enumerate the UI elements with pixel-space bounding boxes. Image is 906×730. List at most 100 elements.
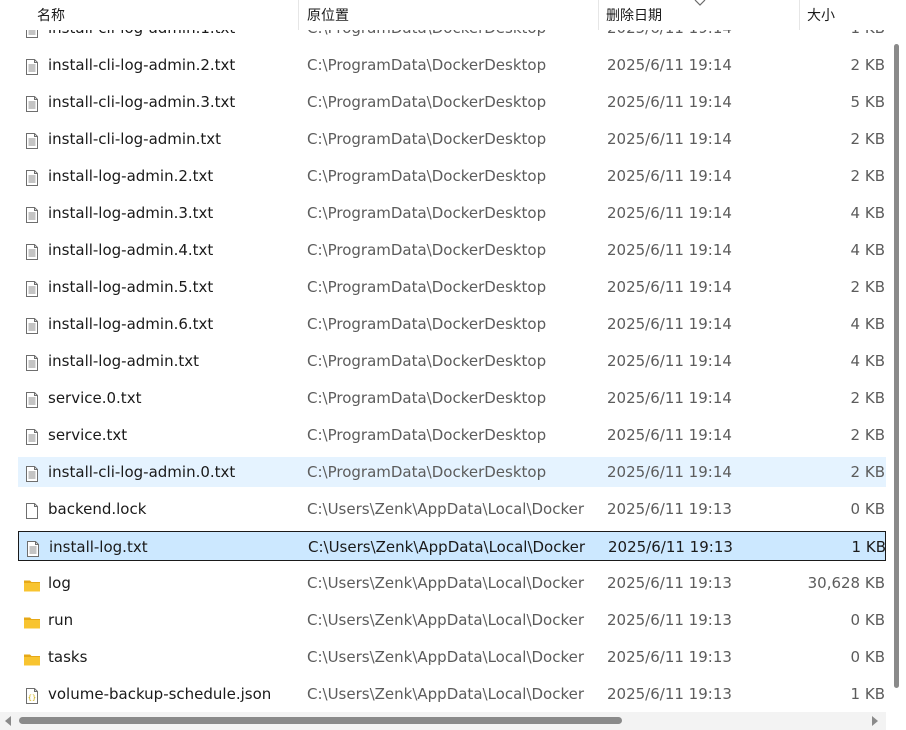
text-file-icon [23,426,41,445]
text-file-icon [23,93,41,112]
file-name: install-cli-log-admin.0.txt [48,463,236,481]
date-deleted: 2025/6/11 19:13 [607,648,732,666]
file-size-text: 2 KB [850,463,885,481]
file-row[interactable]: install-log-admin.2.txt C:\ProgramData\Do… [18,161,886,191]
file-size-text: 2 KB [850,56,885,74]
file-row[interactable]: tasks C:\Users\Zenk\AppData\Local\Docker 2… [18,642,886,672]
file-row[interactable]: backend.lock C:\Users\Zenk\AppData\Local\… [18,494,886,524]
file-row[interactable]: install-log-admin.5.txt C:\ProgramData\Do… [18,272,886,302]
original-location: C:\Users\Zenk\AppData\Local\Docker [307,648,585,666]
column-header-location[interactable]: 原位置 [307,0,597,30]
file-size: 1 KB [808,679,885,709]
file-row[interactable]: install-log-admin.6.txt C:\ProgramData\Do… [18,309,886,339]
original-location: C:\ProgramData\DockerDesktop [307,315,547,333]
text-file-icon [23,204,41,223]
file-size-text: 4 KB [850,241,885,259]
json-file-icon: {} [23,685,41,704]
file-size: 2 KB [808,383,885,413]
file-size: 4 KB [808,198,885,228]
text-file-icon [23,167,41,186]
file-size: 2 KB [808,50,885,80]
svg-text:{}: {} [28,694,36,702]
vertical-scrollbar-thumb[interactable] [894,44,899,688]
date-deleted: 2025/6/11 19:14 [607,278,732,296]
file-row[interactable]: install-cli-log-admin.3.txt C:\ProgramDat… [18,87,886,117]
column-divider[interactable] [298,0,299,30]
file-name: volume-backup-schedule.json [48,685,272,703]
text-file-icon [23,56,41,75]
text-file-icon [23,315,41,334]
original-location: C:\ProgramData\DockerDesktop [307,204,547,222]
original-location: C:\ProgramData\DockerDesktop [307,389,547,407]
file-size-text: 1 KB [851,538,886,556]
column-divider[interactable] [799,0,800,30]
file-size-text: 0 KB [850,648,885,666]
file-row[interactable]: service.0.txt C:\ProgramData\DockerDeskto… [18,383,886,413]
horizontal-scrollbar[interactable] [0,712,886,730]
file-name: service.0.txt [48,389,142,407]
original-location: C:\ProgramData\DockerDesktop [307,352,547,370]
file-row[interactable]: install-cli-log-admin.2.txt C:\ProgramDat… [18,50,886,80]
file-size: 2 KB [808,420,885,450]
file-name: backend.lock [48,500,147,518]
horizontal-scrollbar-thumb[interactable] [19,717,622,724]
file-size: 4 KB [808,309,885,339]
column-divider[interactable] [598,0,599,30]
file-size-text: 2 KB [850,130,885,148]
file-name: install-log-admin.txt [48,352,199,370]
file-size-text: 2 KB [850,389,885,407]
file-row[interactable]: install-log.txt C:\Users\Zenk\AppData\Loc… [18,531,886,561]
date-deleted: 2025/6/11 19:14 [607,130,732,148]
file-row[interactable]: {} volume-backup-schedule.json C:\Users\Ze… [18,679,886,709]
file-row[interactable]: log C:\Users\Zenk\AppData\Local\Docker 202… [18,568,886,598]
file-size-text: 1 KB [850,685,885,703]
date-deleted: 2025/6/11 19:14 [607,352,732,370]
date-deleted: 2025/6/11 19:14 [607,389,732,407]
column-header-size[interactable]: 大小 [807,0,886,30]
file-name: tasks [48,648,88,666]
file-size-text: 0 KB [850,500,885,518]
date-deleted: 2025/6/11 19:14 [607,241,732,259]
date-deleted: 2025/6/11 19:13 [607,500,732,518]
file-size: 30,628 KB [808,568,885,598]
original-location: C:\ProgramData\DockerDesktop [307,426,547,444]
file-size: 0 KB [808,642,885,672]
file-size: 4 KB [808,346,885,376]
file-name: install-cli-log-admin.3.txt [48,93,236,111]
file-row[interactable]: run C:\Users\Zenk\AppData\Local\Docker 202… [18,605,886,635]
original-location: C:\Users\Zenk\AppData\Local\Docker [307,685,585,703]
file-size: 0 KB [808,605,885,635]
blank-file-icon [23,500,41,519]
file-size-text: 4 KB [850,352,885,370]
scroll-right-arrow-icon[interactable] [872,716,878,726]
date-deleted: 2025/6/11 19:13 [608,538,733,556]
text-file-icon [23,278,41,297]
folder-icon [23,648,41,666]
file-row[interactable]: service.txt C:\ProgramData\DockerDesktop 2… [18,420,886,450]
file-row[interactable]: install-log-admin.3.txt C:\ProgramData\Do… [18,198,886,228]
file-size: 2 KB [808,161,885,191]
file-row[interactable]: install-log-admin.4.txt C:\ProgramData\Do… [18,235,886,265]
file-row[interactable]: install-cli-log-admin.txt C:\ProgramData\… [18,124,886,154]
file-row[interactable]: install-cli-log-admin.0.txt C:\ProgramDat… [18,457,886,487]
file-size-text: 4 KB [850,315,885,333]
date-deleted: 2025/6/11 19:13 [607,574,732,592]
date-deleted: 2025/6/11 19:14 [607,56,732,74]
column-header-name[interactable]: 名称 [37,0,297,30]
original-location: C:\ProgramData\DockerDesktop [307,130,547,148]
column-header: 名称 原位置 删除日期 大小 [0,0,886,30]
file-size: 2 KB [808,457,885,487]
date-deleted: 2025/6/11 19:14 [607,167,732,185]
file-size: 5 KB [808,87,885,117]
file-size-text: 5 KB [850,93,885,111]
date-deleted: 2025/6/11 19:13 [607,611,732,629]
original-location: C:\Users\Zenk\AppData\Local\Docker [307,574,585,592]
original-location: C:\ProgramData\DockerDesktop [307,56,547,74]
file-row[interactable]: install-log-admin.txt C:\ProgramData\Dock… [18,346,886,376]
file-size: 2 KB [808,124,885,154]
file-name: install-log-admin.2.txt [48,167,214,185]
vertical-scrollbar[interactable] [886,0,906,712]
scroll-left-arrow-icon[interactable] [5,716,11,726]
file-size: 4 KB [808,235,885,265]
text-file-icon [24,538,42,557]
